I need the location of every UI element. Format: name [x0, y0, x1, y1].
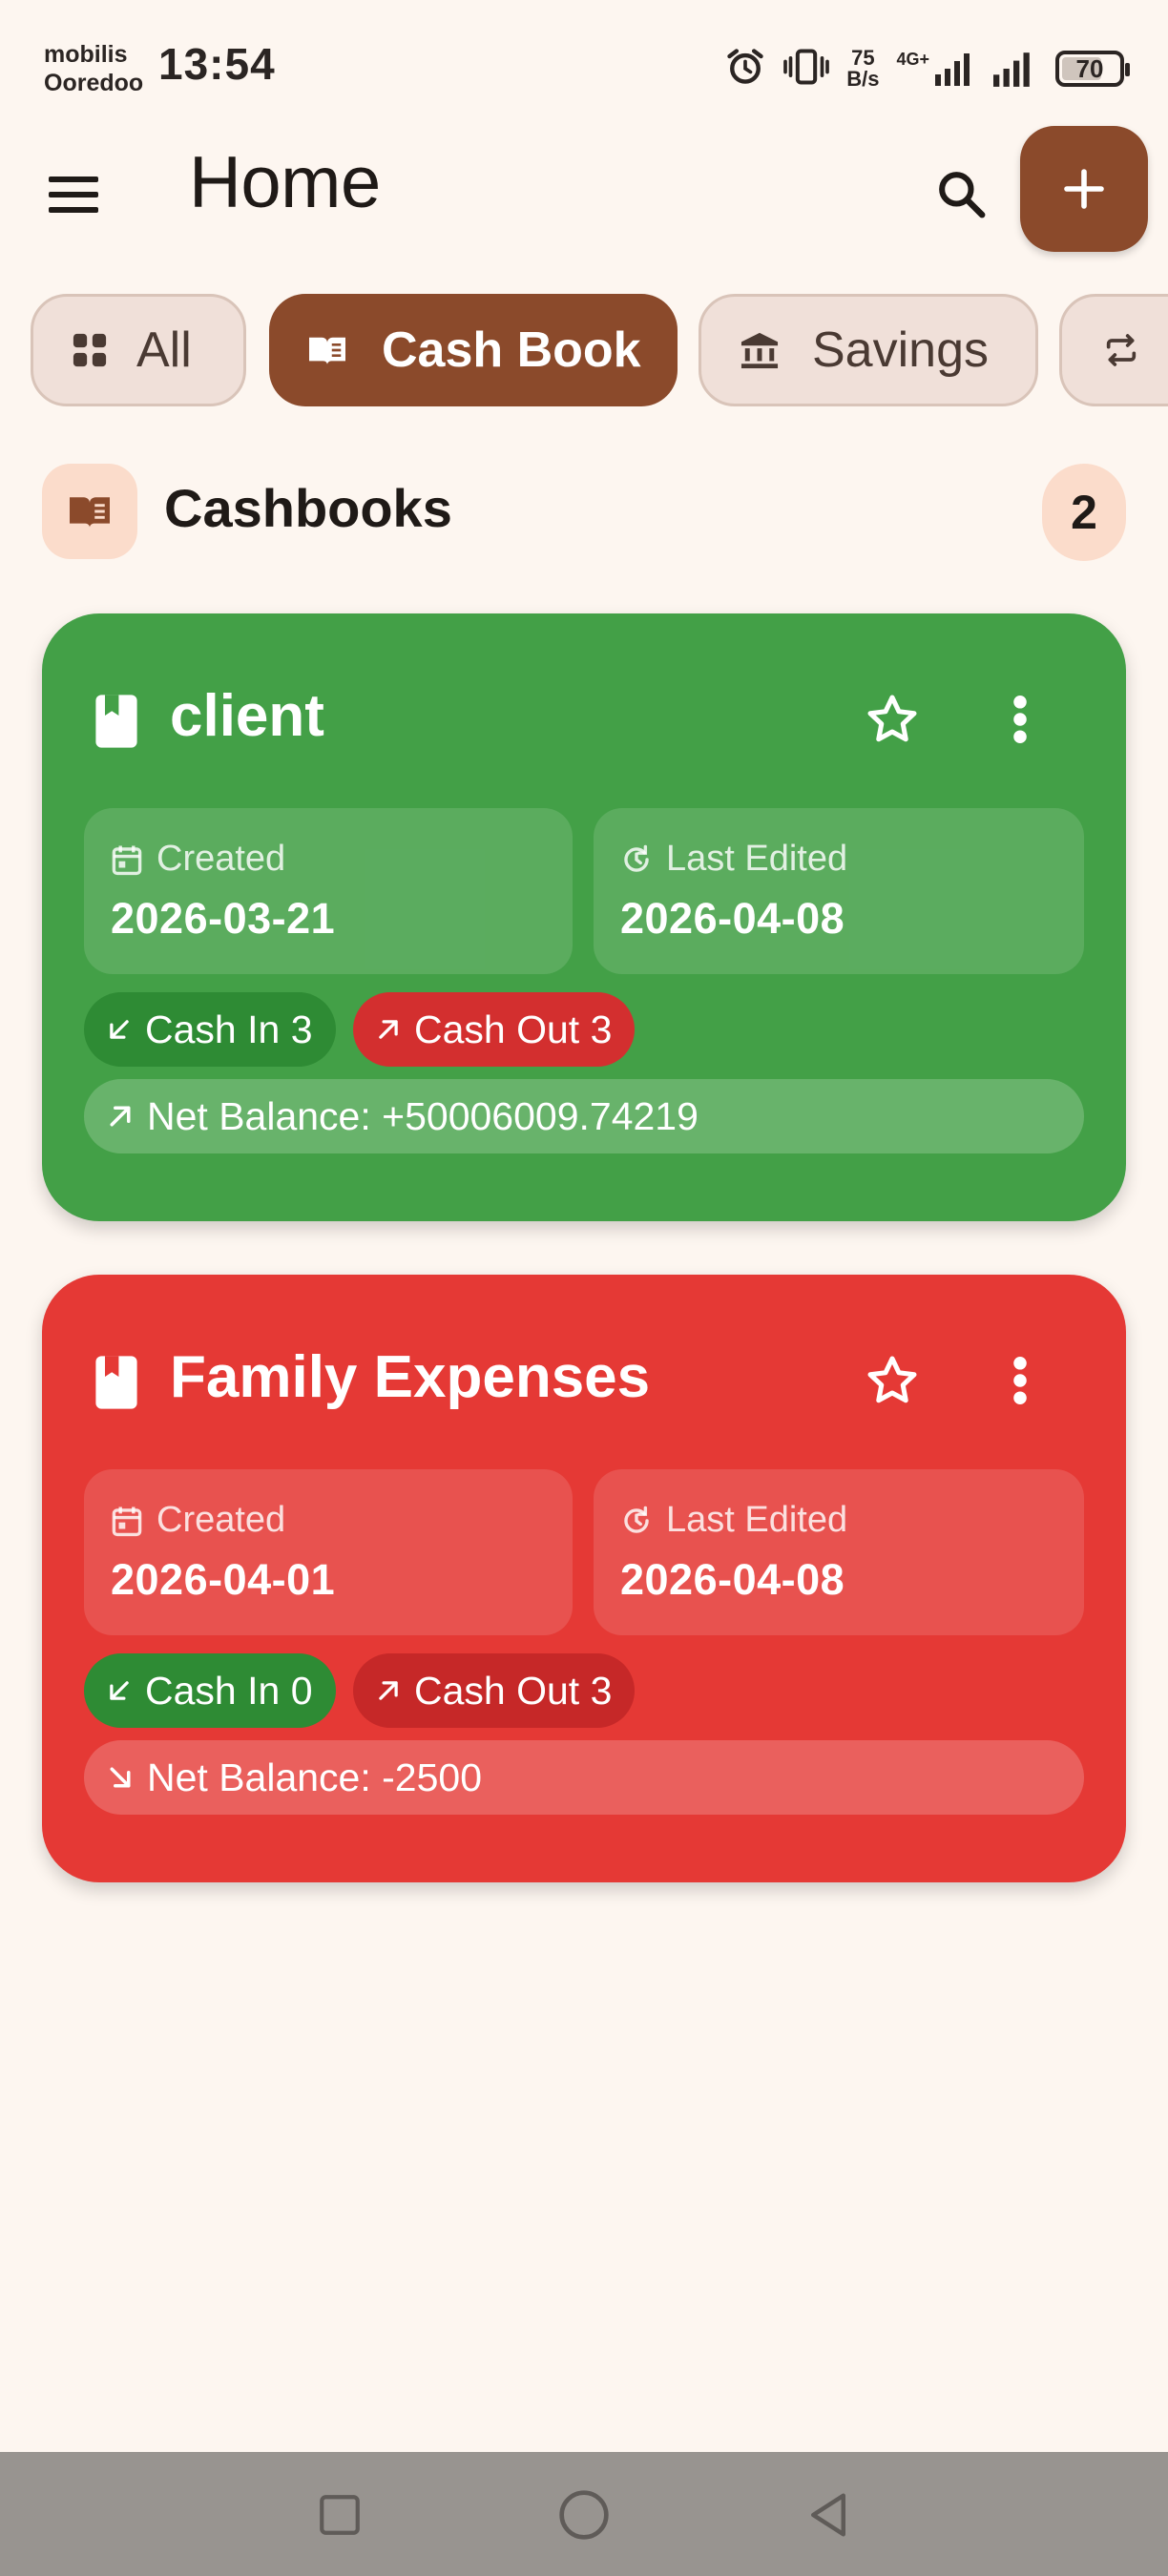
chip-savings-label: Savings [812, 322, 989, 378]
chip-cash-book[interactable]: Cash Book [269, 294, 678, 406]
search-icon [939, 172, 986, 218]
cash-out-badge: Cash Out 3 [353, 992, 636, 1067]
created-label: Created [111, 1500, 285, 1541]
history-icon [624, 844, 649, 872]
signal-bars-icon [993, 52, 1030, 87]
search-button[interactable] [918, 151, 1004, 237]
bookmark-book-icon [94, 693, 139, 755]
history-icon [624, 1506, 649, 1533]
cashbook-card[interactable]: Family Expenses Created 2026-04-01 Last … [42, 1275, 1126, 1882]
last-edited-label: Last Edited [620, 1500, 847, 1541]
book-open-icon [305, 332, 349, 368]
alarm-icon [724, 46, 766, 93]
chip-recurring[interactable] [1059, 294, 1168, 406]
carrier-name: mobilis Ooredoo [44, 41, 144, 96]
book-open-icon [70, 497, 110, 528]
menu-button[interactable] [32, 153, 115, 235]
circle-home-icon [559, 2490, 609, 2540]
cash-in-badge: Cash In 0 [84, 1653, 336, 1728]
cashbook-card[interactable]: client Created 2026-03-21 Last Edited 20… [42, 613, 1126, 1221]
triangle-back-icon [811, 2493, 845, 2537]
chip-cash-book-label: Cash Book [382, 322, 641, 378]
net-speed: 75 B/s [846, 46, 880, 91]
calendar-icon [112, 845, 142, 875]
grid-icon [72, 332, 108, 368]
star-outline-icon [867, 1356, 917, 1403]
net-balance: Net Balance: -2500 [84, 1740, 1084, 1815]
status-icons: 75 B/s 4G+ 70 [724, 42, 1130, 95]
hamburger-menu-icon [49, 177, 98, 213]
arrow-down-left-icon [110, 1020, 129, 1039]
section-title: Cashbooks [164, 478, 452, 538]
calendar-icon [112, 1506, 142, 1536]
last-edited-box: Last Edited 2026-04-08 [594, 1469, 1084, 1635]
cash-in-badge: Cash In 3 [84, 992, 336, 1067]
cashbooks-section-icon [42, 464, 137, 559]
chip-all[interactable]: All [31, 294, 246, 406]
star-outline-icon [867, 695, 917, 742]
system-navigation-bar [0, 2452, 1168, 2576]
created-date: 2026-04-01 [111, 1555, 336, 1604]
more-vertical-icon [1013, 1357, 1027, 1404]
more-options-button[interactable] [977, 676, 1063, 762]
bookmark-book-icon [94, 1354, 139, 1416]
favorite-button[interactable] [849, 1338, 935, 1423]
last-edited-date: 2026-04-08 [620, 894, 845, 943]
plus-icon [1064, 169, 1104, 209]
status-bar: mobilis Ooredoo 13:54 75 B/s 4G+ 70 [0, 0, 1168, 134]
created-label: Created [111, 839, 285, 880]
bank-icon [740, 331, 780, 369]
last-edited-date: 2026-04-08 [620, 1555, 845, 1604]
arrow-up-right-icon [110, 1106, 131, 1127]
back-button[interactable] [788, 2475, 868, 2555]
battery-icon: 70 [1055, 51, 1130, 87]
square-recents-icon [320, 2495, 360, 2535]
favorite-button[interactable] [849, 676, 935, 762]
repeat-icon [1102, 331, 1140, 369]
arrow-up-right-icon [379, 1020, 398, 1039]
last-edited-box: Last Edited 2026-04-08 [594, 808, 1084, 974]
signal-bars-icon [935, 53, 970, 86]
arrow-down-right-icon [110, 1767, 131, 1788]
cashbook-name: Family Expenses [170, 1344, 651, 1410]
created-date-box: Created 2026-04-01 [84, 1469, 573, 1635]
cash-out-badge: Cash Out 3 [353, 1653, 636, 1728]
arrow-down-left-icon [110, 1681, 129, 1700]
mobile-data-signal: 4G+ [896, 50, 971, 88]
last-edited-label: Last Edited [620, 839, 847, 880]
chip-savings[interactable]: Savings [699, 294, 1038, 406]
add-button[interactable] [1020, 126, 1148, 252]
page-title: Home [189, 142, 381, 223]
home-nav-button[interactable] [544, 2475, 624, 2555]
vibrate-icon [783, 46, 830, 93]
recents-button[interactable] [300, 2475, 380, 2555]
net-balance: Net Balance: +50006009.74219 [84, 1079, 1084, 1153]
arrow-up-right-icon [379, 1681, 398, 1700]
chip-all-label: All [136, 322, 192, 378]
created-date-box: Created 2026-03-21 [84, 808, 573, 974]
created-date: 2026-03-21 [111, 894, 336, 943]
cashbook-name: client [170, 683, 324, 749]
cashbook-count-badge: 2 [1042, 464, 1126, 561]
more-options-button[interactable] [977, 1338, 1063, 1423]
status-time: 13:54 [158, 39, 276, 89]
more-vertical-icon [1013, 696, 1027, 743]
filter-chips: All Cash Book Savings [0, 294, 1168, 410]
